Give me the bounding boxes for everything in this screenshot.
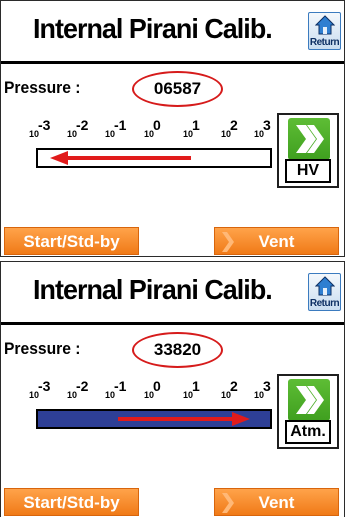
chevron-right-icon [222, 232, 234, 252]
tick-label: 100 [144, 117, 161, 139]
vent-label: Vent [258, 232, 295, 251]
home-icon [315, 15, 335, 35]
return-label: Return [309, 298, 340, 309]
tick-label: 101 [183, 117, 200, 139]
header-divider [1, 322, 344, 325]
scale-ticks: 10-3 10-2 10-1 100 101 102 103 [29, 378, 271, 404]
tick-label: 10-3 [29, 117, 51, 139]
vent-label: Vent [258, 493, 295, 512]
vent-button[interactable]: Vent [214, 227, 339, 255]
atm-mode-button[interactable]: Atm. [277, 374, 339, 449]
arrow-left-icon [50, 151, 191, 165]
return-button[interactable]: Return [308, 12, 341, 50]
tick-label: 102 [221, 117, 238, 139]
start-standby-button[interactable]: Start/Std-by [4, 227, 139, 255]
start-standby-button[interactable]: Start/Std-by [4, 488, 139, 516]
calibration-screen-atm: Internal Pirani Calib. Return Pressure :… [0, 261, 345, 517]
arrow-right-icon [118, 412, 250, 426]
return-label: Return [309, 37, 340, 48]
double-chevron-right-icon [288, 118, 330, 160]
double-chevron-right-icon [288, 379, 330, 421]
scale-ticks: 10-3 10-2 10-1 100 101 102 103 [29, 117, 271, 143]
pressure-value: 33820 [132, 332, 223, 368]
pressure-label: Pressure : [4, 78, 81, 97]
mode-label: HV [285, 159, 331, 183]
pressure-value: 06587 [132, 71, 223, 107]
tick-label: 10-3 [29, 378, 51, 400]
tick-label: 100 [144, 378, 161, 400]
home-icon [315, 276, 335, 296]
header-divider [1, 61, 344, 64]
calibration-screen-hv: Internal Pirani Calib. Return Pressure :… [0, 0, 345, 257]
page-title: Internal Pirani Calib. [33, 13, 273, 44]
pressure-label: Pressure : [4, 339, 81, 358]
tick-label: 101 [183, 378, 200, 400]
hv-mode-button[interactable]: HV [277, 113, 339, 188]
vent-button[interactable]: Vent [214, 488, 339, 516]
chevron-right-icon [222, 493, 234, 513]
tick-label: 10-1 [105, 378, 127, 400]
tick-label: 102 [221, 378, 238, 400]
tick-label: 103 [254, 117, 271, 139]
page-title: Internal Pirani Calib. [33, 274, 273, 305]
tick-label: 10-1 [105, 117, 127, 139]
tick-label: 103 [254, 378, 271, 400]
return-button[interactable]: Return [308, 273, 341, 311]
tick-label: 10-2 [67, 117, 89, 139]
tick-label: 10-2 [67, 378, 89, 400]
mode-label: Atm. [285, 420, 331, 444]
